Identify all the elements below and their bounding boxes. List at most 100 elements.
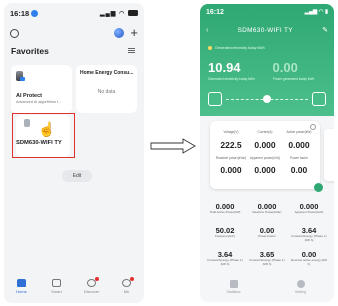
detail-label: Power factor	[290, 156, 308, 160]
stat-label: Forward Energy (Phase 1)(kW h)	[249, 258, 285, 266]
stat-cell: 3.64 Forward Energy (Phase 1)(kW h)	[290, 226, 328, 242]
stat-label: Forward Energy (Phase 1)(kW h)	[291, 234, 327, 242]
flow-node-icon	[263, 95, 271, 103]
stats-row: 0.000 Total Active Power(kW) 0.000 Reactiv…	[206, 202, 328, 215]
home-topbar: +	[10, 25, 138, 41]
tab-home[interactable]: Home	[10, 279, 34, 294]
card-title: AI Protect	[16, 93, 42, 99]
house-node-icon	[312, 92, 326, 106]
stat-cell: 0.000 Apparent Power(kVA)	[290, 202, 328, 215]
legend-dot-icon	[208, 46, 212, 50]
tab-label: Discover	[83, 289, 100, 294]
camera-badge-icon	[20, 77, 25, 81]
detail-row: Reactive power(kVar) 0.000 Apparent power…	[214, 156, 316, 175]
signal-wifi-battery-icons: ▂▄▆ ◠ ▮	[304, 9, 328, 15]
left-phone-screen: 16:18 ▂▄▆ ◠ + Favorites AI Protect Advan…	[4, 3, 144, 303]
device-title: SDM630-WIFI TY	[237, 26, 293, 34]
phase-detail-card[interactable]: Voltage(V) 222.5 Current(A) 0.000 Active p…	[210, 121, 323, 192]
me-icon	[122, 277, 134, 287]
edit-pencil-icon[interactable]: ✎	[322, 26, 328, 34]
detail-cell: Active power(kW) 0.000	[282, 130, 316, 150]
detail-cell: Reactive power(kVar) 0.000	[214, 156, 248, 175]
tab-discover[interactable]: Discover	[80, 277, 104, 294]
device-header: 16:12 ▂▄▆ ◠ ▮ ‹ SDM630-WIFI TY ✎ Generat…	[200, 4, 334, 116]
selection-highlight-box	[12, 113, 75, 158]
tab-setting[interactable]: Setting	[286, 280, 316, 302]
stats-row: 50.02 Frequency(Hz) 0.00 Power Factor 3.64…	[206, 226, 328, 242]
favorites-menu-icon[interactable]	[128, 48, 135, 53]
detail-value: 0.000	[254, 140, 276, 150]
status-bar: 16:12 ▂▄▆ ◠ ▮	[206, 9, 328, 16]
tab-smart[interactable]: Smart	[45, 279, 69, 294]
detail-cell: Voltage(V) 222.5	[214, 130, 248, 150]
user-icon[interactable]	[10, 28, 19, 38]
detail-row: Voltage(V) 222.5 Current(A) 0.000 Active p…	[214, 130, 316, 150]
stat-cell: 3.65 Forward Energy (Phase 1)(kW h)	[248, 250, 286, 266]
detail-label: Current(A)	[257, 130, 273, 134]
bottom-tab-bar: Home Smart Discover Me	[4, 273, 144, 303]
device-tab-bar: Statistics Setting	[200, 276, 334, 302]
tab-label: Me	[123, 289, 130, 294]
add-device-icon[interactable]: +	[130, 26, 138, 39]
tab-label: Smart	[51, 289, 62, 294]
signal-wifi-battery-icons: ▂▄▆ ◠	[100, 9, 138, 17]
tab-label: Statistics	[226, 290, 241, 294]
energy-captions: Generated electricity today kWh Power ge…	[208, 77, 314, 81]
notification-badge	[130, 277, 134, 281]
gear-icon	[296, 280, 305, 288]
tab-label: Setting	[295, 290, 306, 294]
detail-value: 0.000	[220, 165, 242, 175]
assistant-icon[interactable]	[114, 28, 125, 38]
status-time: 16:12	[206, 9, 224, 16]
topbar-actions: +	[114, 26, 138, 39]
detail-cell: Power factor 0.00	[282, 156, 316, 175]
detail-cell: Apparent power(kVA) 0.000	[248, 156, 282, 175]
statistics-icon	[229, 280, 238, 288]
card-no-data: No data	[97, 89, 116, 95]
stat-cell: 3.64 Forward Energy (Phase 1)(kW h)	[206, 250, 244, 266]
stat-cell: 0.00 Reverse active energy (kW h)	[290, 250, 328, 266]
location-icon	[31, 10, 39, 18]
next-phase-card[interactable]	[324, 129, 334, 181]
power-flow	[208, 92, 326, 108]
stat-label: Power Factor	[258, 234, 276, 238]
edit-button[interactable]: Edit	[62, 170, 92, 182]
detail-value: 0.00	[290, 165, 308, 175]
detail-label: Voltage(V)	[223, 130, 239, 134]
stat-label: Forward Energy (Phase 1)(kW h)	[207, 258, 243, 266]
energy-caption: Power generated today kWh	[272, 77, 315, 81]
tab-label: Home	[16, 289, 27, 294]
stat-label: Apparent Power(kVA)	[294, 210, 324, 214]
stat-label: Frequency(Hz)	[215, 234, 235, 238]
stat-cell: 0.000 Reactive Power(kVar)	[248, 202, 286, 215]
device-title-row: ‹ SDM630-WIFI TY ✎	[206, 26, 328, 35]
energy-legend: Generated electricity today kWh	[208, 46, 265, 50]
stat-label: Total Active Power(kW)	[209, 210, 241, 214]
notification-badge	[95, 277, 99, 281]
transition-arrow-icon	[150, 138, 196, 154]
favorites-title: Favorites	[11, 46, 49, 56]
status-bar: 16:18 ▂▄▆ ◠	[10, 7, 138, 19]
back-icon[interactable]: ‹	[206, 27, 208, 34]
detail-label: Apparent power(kVA)	[249, 156, 281, 160]
card-expand-icon[interactable]	[314, 183, 323, 192]
discover-icon	[87, 277, 99, 287]
detail-value: 0.000	[254, 165, 276, 175]
tab-statistics[interactable]: Statistics	[219, 280, 249, 302]
stat-cell: 0.000 Total Active Power(kW)	[206, 202, 244, 215]
card-subtitle: Advanced AI algorithms f...	[16, 100, 62, 104]
home-icon	[17, 279, 26, 287]
stat-label: Reactive Power(kVar)	[252, 210, 282, 214]
stat-cell: 0.00 Power Factor	[248, 226, 286, 242]
energy-today-value: 10.94	[208, 60, 241, 75]
detail-label: Reactive power(kVar)	[215, 156, 247, 160]
detail-value: 222.5	[220, 140, 242, 150]
device-card-home-energy[interactable]: Home Energy Consu... No data	[76, 65, 137, 113]
tab-me[interactable]: Me	[115, 277, 139, 294]
legend-text: Generated electricity today kWh	[215, 46, 265, 50]
status-time: 16:18	[10, 8, 30, 18]
device-card-ai-protect[interactable]: AI Protect Advanced AI algorithms f...	[11, 65, 72, 113]
detail-label: Active power(kW)	[286, 130, 312, 134]
card-title: Home Energy Consu...	[80, 70, 134, 76]
right-phone-screen: 16:12 ▂▄▆ ◠ ▮ ‹ SDM630-WIFI TY ✎ Generat…	[200, 4, 334, 302]
